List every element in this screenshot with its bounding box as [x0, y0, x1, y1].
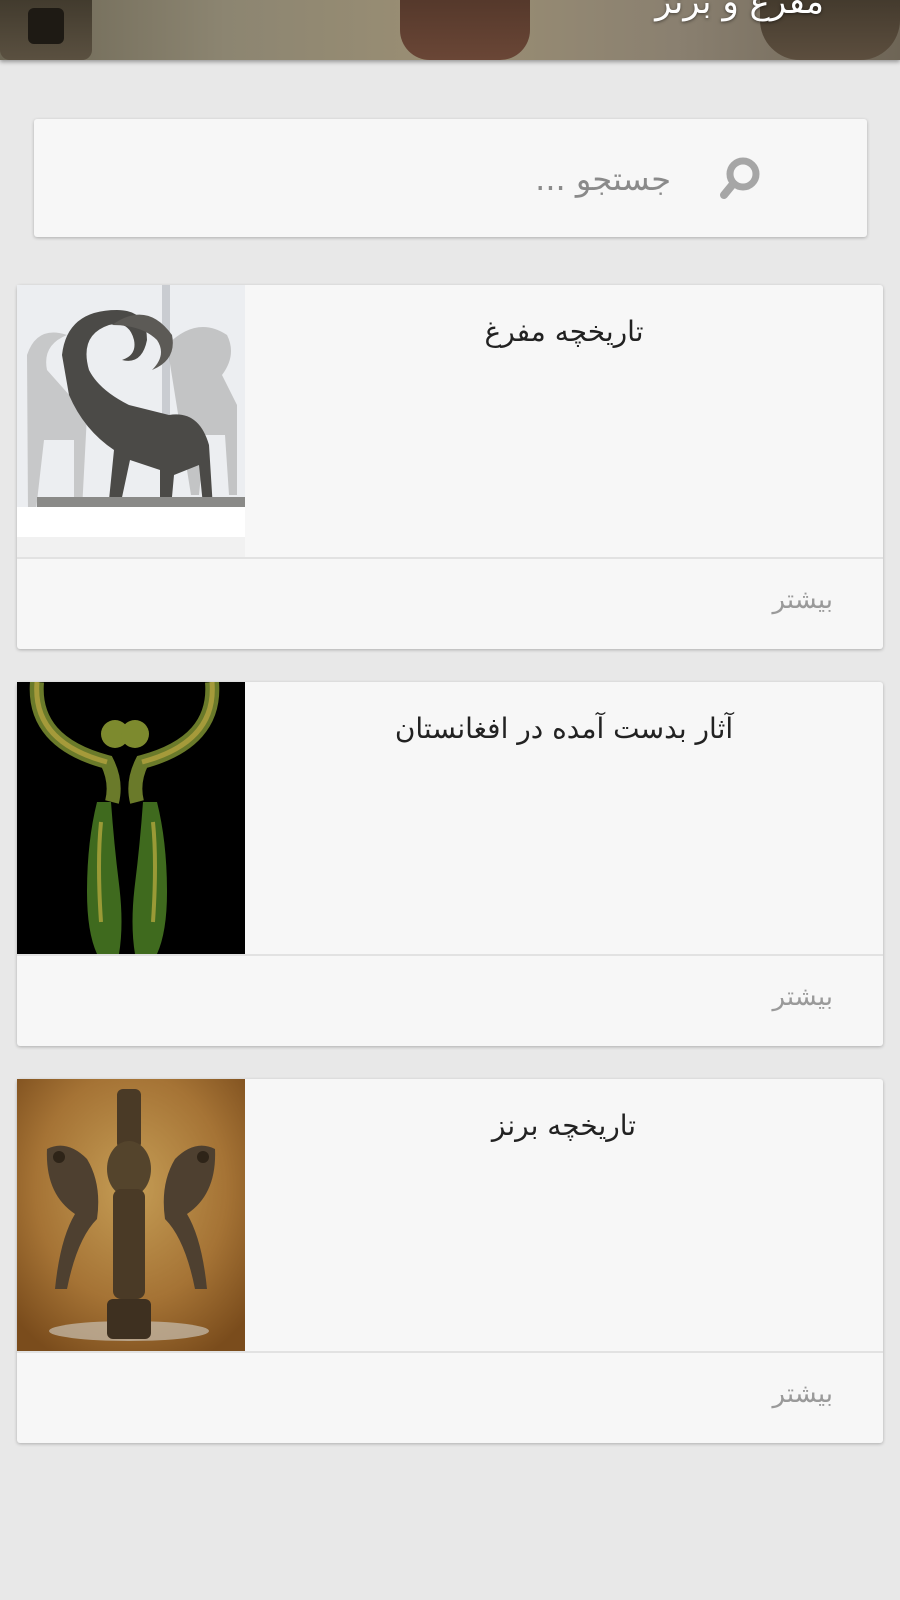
article-card[interactable]: آثار بدست آمده در افغانستان بیشتر: [17, 682, 883, 1046]
page-title: مفرغ و برنز: [655, 0, 824, 22]
bronze-finial-image: [17, 1079, 245, 1351]
card-title[interactable]: تاریخچه مفرغ: [245, 315, 883, 348]
article-card[interactable]: تاریخچه مفرغ بیشتر: [17, 285, 883, 649]
card-thumbnail[interactable]: [17, 285, 245, 557]
card-divider: [17, 557, 883, 559]
search-input[interactable]: [191, 159, 671, 199]
more-link[interactable]: بیشتر: [773, 585, 833, 615]
card-divider: [17, 954, 883, 956]
search-icon[interactable]: [697, 154, 763, 204]
more-link[interactable]: بیشتر: [773, 982, 833, 1012]
card-thumbnail[interactable]: [17, 682, 245, 954]
more-link[interactable]: بیشتر: [773, 1379, 833, 1409]
bronze-rams-image: [17, 285, 245, 557]
app-header: مفرغ و برنز: [0, 0, 900, 60]
card-divider: [17, 1351, 883, 1353]
green-bronze-figures-image: [17, 682, 245, 954]
header-artifact-detail: [28, 8, 64, 44]
card-thumbnail[interactable]: [17, 1079, 245, 1351]
header-artifact-center: [400, 0, 530, 60]
card-title[interactable]: آثار بدست آمده در افغانستان: [245, 712, 883, 745]
article-card[interactable]: تاریخچه برنز بیشتر: [17, 1079, 883, 1443]
card-title[interactable]: تاریخچه برنز: [245, 1109, 883, 1142]
